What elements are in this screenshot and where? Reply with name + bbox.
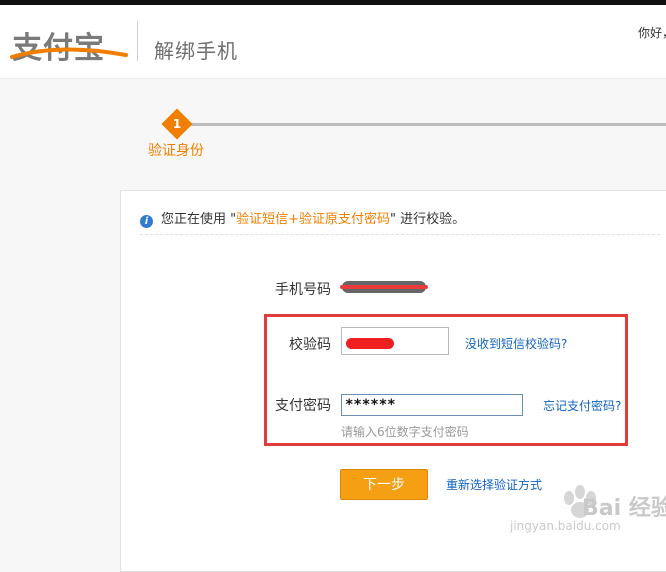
header: 支付宝 解绑手机 你好，: [0, 5, 666, 79]
sms-code-redaction-mark: [346, 338, 394, 349]
payment-password-label: 支付密码: [275, 398, 331, 414]
info-suffix: " 进行校验。: [390, 212, 466, 227]
step-1-label: 验证身份: [148, 143, 204, 159]
watermark-text: Bai 经验: [582, 496, 666, 521]
next-step-button[interactable]: 下一步: [340, 469, 428, 500]
page-title: 解绑手机: [154, 39, 238, 63]
user-greeting: 你好，: [638, 26, 666, 40]
info-method-highlight: 验证短信+验证原支付密码: [236, 212, 391, 227]
phone-redaction-mark: [340, 285, 428, 289]
phone-label: 手机号码: [275, 282, 331, 298]
no-sms-code-link[interactable]: 没收到短信校验码?: [465, 335, 567, 352]
info-divider: [140, 234, 660, 235]
watermark-url: jingyan.baidu.com: [510, 519, 621, 533]
code-label: 校验码: [289, 337, 331, 353]
alipay-logo[interactable]: 支付宝: [10, 21, 128, 66]
logo-swoosh-icon: [10, 47, 128, 59]
info-icon: i: [140, 215, 153, 228]
header-divider: [137, 21, 138, 61]
forgot-password-link[interactable]: 忘记支付密码?: [543, 397, 621, 414]
password-hint: 请输入6位数字支付密码: [341, 425, 469, 439]
step-1-number: 1: [172, 117, 182, 131]
verification-method-info: i 您正在使用 "验证短信+验证原支付密码" 进行校验。: [140, 208, 465, 228]
payment-password-input[interactable]: ******: [341, 394, 523, 416]
stepper-track: [178, 123, 666, 126]
info-prefix: 您正在使用 ": [161, 212, 237, 227]
